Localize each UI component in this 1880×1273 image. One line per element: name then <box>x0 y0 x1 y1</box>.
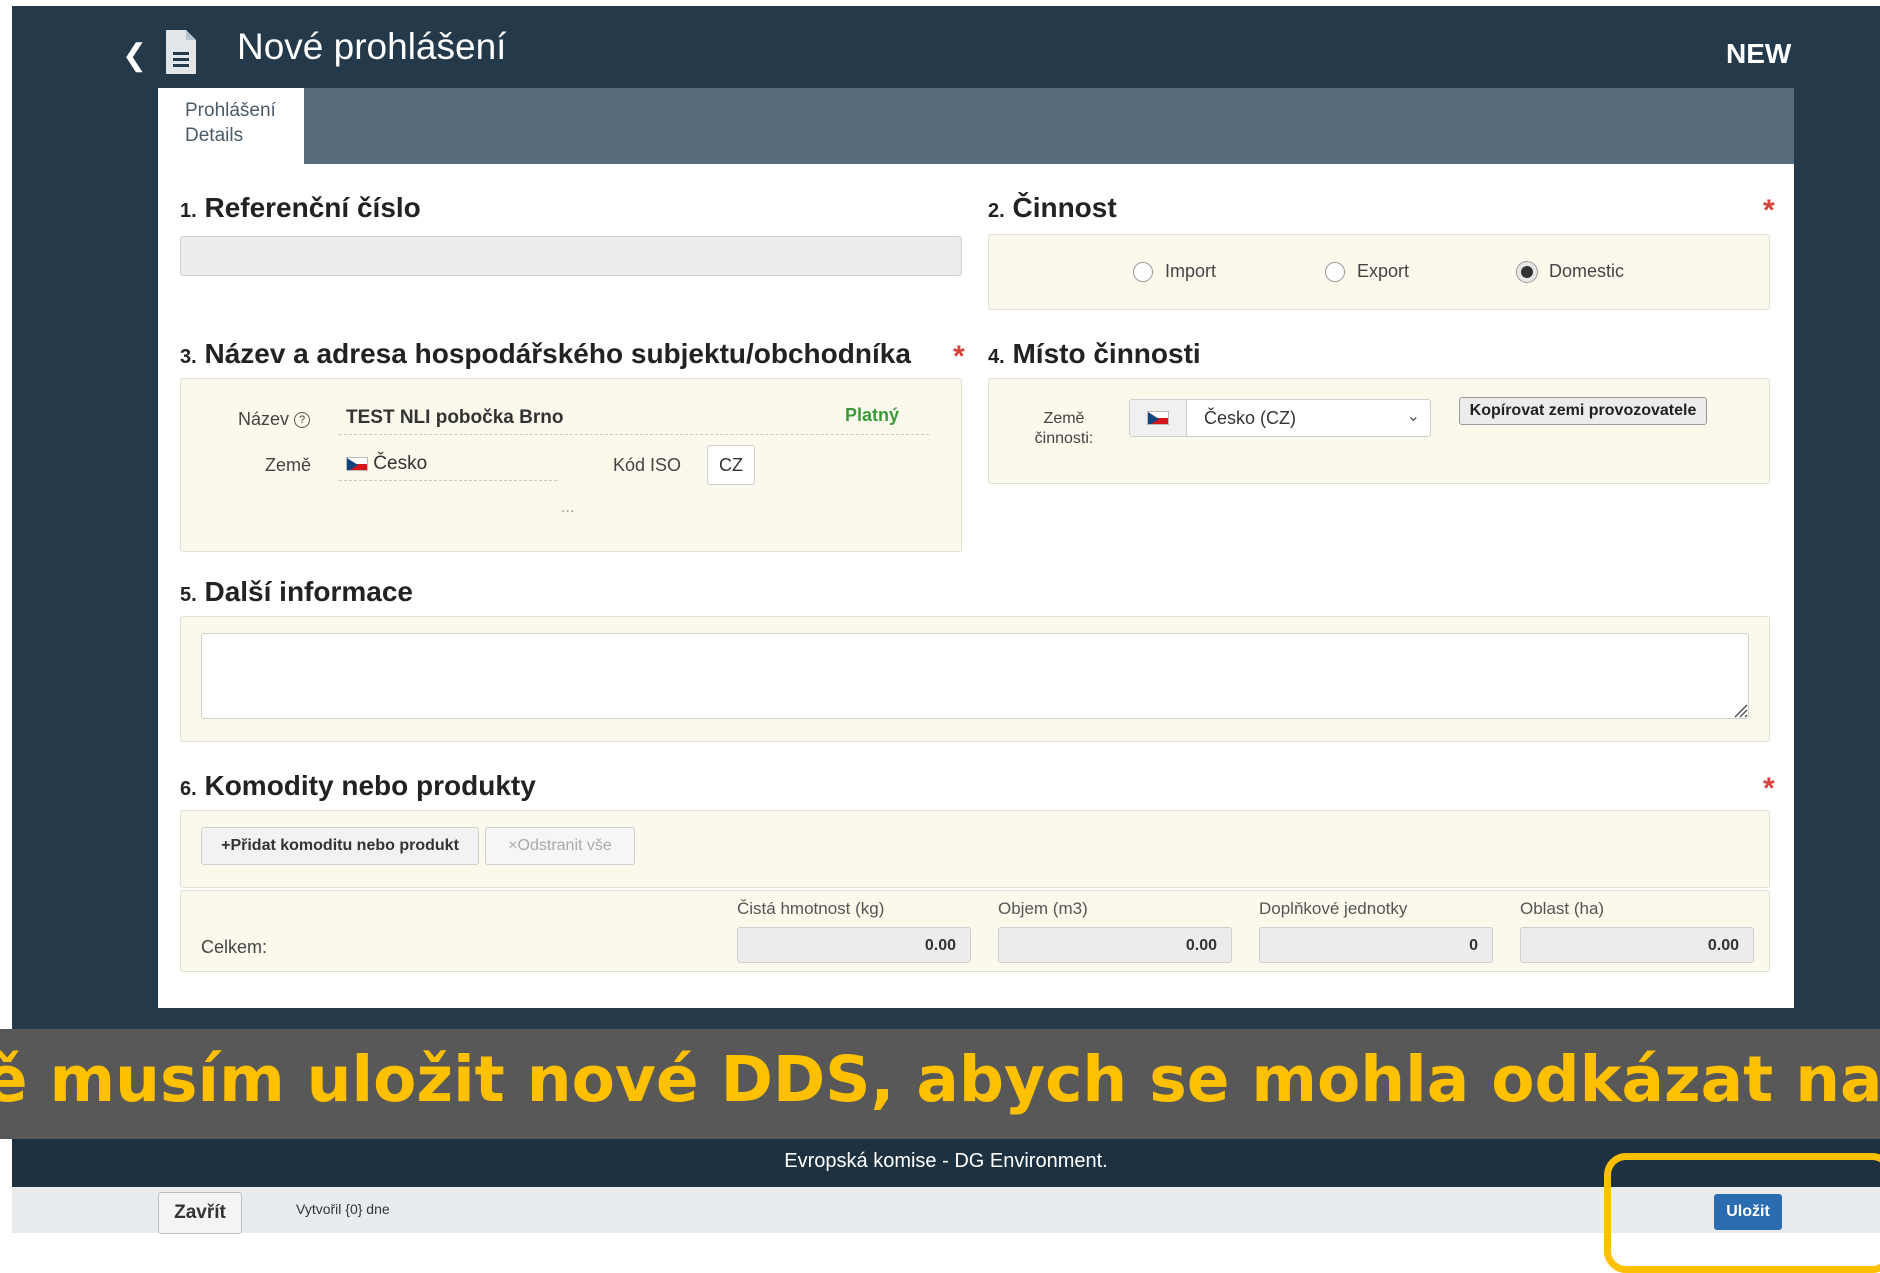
tab-label-line2: Details <box>185 125 244 146</box>
close-button[interactable]: Zavřít <box>158 1192 242 1234</box>
radio-domestic-circle[interactable] <box>1517 261 1537 282</box>
more-indicator[interactable]: ... <box>561 499 574 517</box>
section-6-title: 6. Komodity nebo produkty <box>180 770 536 801</box>
czech-flag-icon <box>1147 411 1169 425</box>
total-label: Celkem: <box>201 937 268 957</box>
screen: ❮ Nové prohlášení NEW Prohlášení Details… <box>0 0 1880 1273</box>
section-1-title: 1. Referenční číslo <box>180 192 421 223</box>
tab-strip: Prohlášení Details <box>158 88 1794 164</box>
additional-info-textarea[interactable] <box>201 633 1749 719</box>
column-header-volume: Objem (m3) <box>998 899 1088 918</box>
divider <box>339 434 929 435</box>
iso-label: Kód ISO <box>613 455 682 475</box>
section-2-title: 2. Činnost <box>988 192 1117 223</box>
section-4-title: 4. Místo činnosti <box>988 338 1201 369</box>
activity-place-panel: Země činnosti: Česko (CZ) ⌄ Kopírovat ze… <box>988 378 1770 484</box>
back-chevron-icon[interactable]: ❮ <box>122 36 147 76</box>
document-icon <box>166 30 196 74</box>
column-header-net-mass: Čistá hmotnost (kg) <box>737 899 885 918</box>
required-marker: * <box>1763 194 1775 227</box>
caption-overlay: ně musím uložit nové DDS, abych se mohla… <box>0 1029 1880 1139</box>
additional-info-panel <box>180 616 1770 742</box>
column-header-supplementary-units: Doplňkové jednotky <box>1259 899 1408 918</box>
total-volume: 0.00 <box>998 927 1232 963</box>
tab-declaration-details[interactable]: Prohlášení Details <box>158 88 304 164</box>
radio-import-circle[interactable] <box>1133 261 1153 282</box>
add-commodity-button[interactable]: +Přidat komoditu nebo produkt <box>201 827 479 865</box>
save-highlight-frame <box>1604 1153 1880 1273</box>
activity-panel: Import Export Domestic <box>988 234 1770 310</box>
remove-all-button[interactable]: ×Odstranit vše <box>485 827 635 865</box>
activity-country-label: Země činnosti: <box>1034 410 1094 447</box>
caption-text: ně musím uložit nové DDS, abych se mohla… <box>0 1043 1880 1116</box>
operator-country: Česko <box>346 453 427 475</box>
radio-domestic[interactable]: Domestic <box>1517 261 1624 282</box>
required-marker: * <box>953 340 965 373</box>
total-area: 0.00 <box>1520 927 1754 963</box>
validity-status: Platný <box>845 405 900 425</box>
copy-operator-country-button[interactable]: Kopírovat zemi provozovatele <box>1459 397 1707 425</box>
status-badge: NEW <box>1726 38 1792 69</box>
operator-name: TEST NLI pobočka Brno <box>346 407 564 428</box>
commodities-panel: +Přidat komoditu nebo produkt ×Odstranit… <box>180 810 1770 888</box>
czech-flag-icon <box>346 456 368 471</box>
activity-country-select[interactable]: Česko (CZ) ⌄ <box>1129 399 1431 437</box>
totals-panel: Celkem: Čistá hmotnost (kg) Objem (m3) D… <box>180 890 1770 972</box>
name-label: Název ? <box>238 409 311 430</box>
reference-number-input[interactable] <box>180 236 962 276</box>
section-3-title: 3. Název a adresa hospodářského subjektu… <box>180 338 911 369</box>
chevron-down-icon: ⌄ <box>1406 408 1420 425</box>
total-supplementary-units: 0 <box>1259 927 1493 963</box>
footer-action-bar: Zavřít Vytvořil {0} dne Uložit <box>12 1187 1880 1234</box>
help-icon[interactable]: ? <box>294 412 311 429</box>
flag-addon <box>1130 400 1187 436</box>
form-content: 1. Referenční číslo 2. Činnost * Import … <box>158 164 1794 1008</box>
tab-label-line1: Prohlášení <box>185 100 276 121</box>
radio-export-circle[interactable] <box>1325 261 1345 282</box>
resize-handle-icon[interactable] <box>1731 701 1749 719</box>
page-title: Nové prohlášení <box>237 26 507 67</box>
iso-code-field: CZ <box>707 445 755 485</box>
activity-country-value: Česko (CZ) <box>1204 408 1297 428</box>
section-5-title: 5. Další informace <box>180 576 413 607</box>
total-net-mass: 0.00 <box>737 927 971 963</box>
top-bar: ❮ Nové prohlášení NEW <box>12 6 1880 88</box>
operator-panel: Název ? TEST NLI pobočka Brno Platný Zem… <box>180 378 962 552</box>
created-info: Vytvořil {0} dne <box>296 1201 390 1217</box>
required-marker: * <box>1763 772 1775 805</box>
country-label: Země <box>265 455 312 475</box>
radio-import[interactable]: Import <box>1133 261 1216 282</box>
radio-export[interactable]: Export <box>1325 261 1409 282</box>
footer-org: Evropská komise - DG Environment. <box>12 1139 1880 1187</box>
divider <box>339 480 557 481</box>
column-header-area: Oblast (ha) <box>1520 899 1605 918</box>
